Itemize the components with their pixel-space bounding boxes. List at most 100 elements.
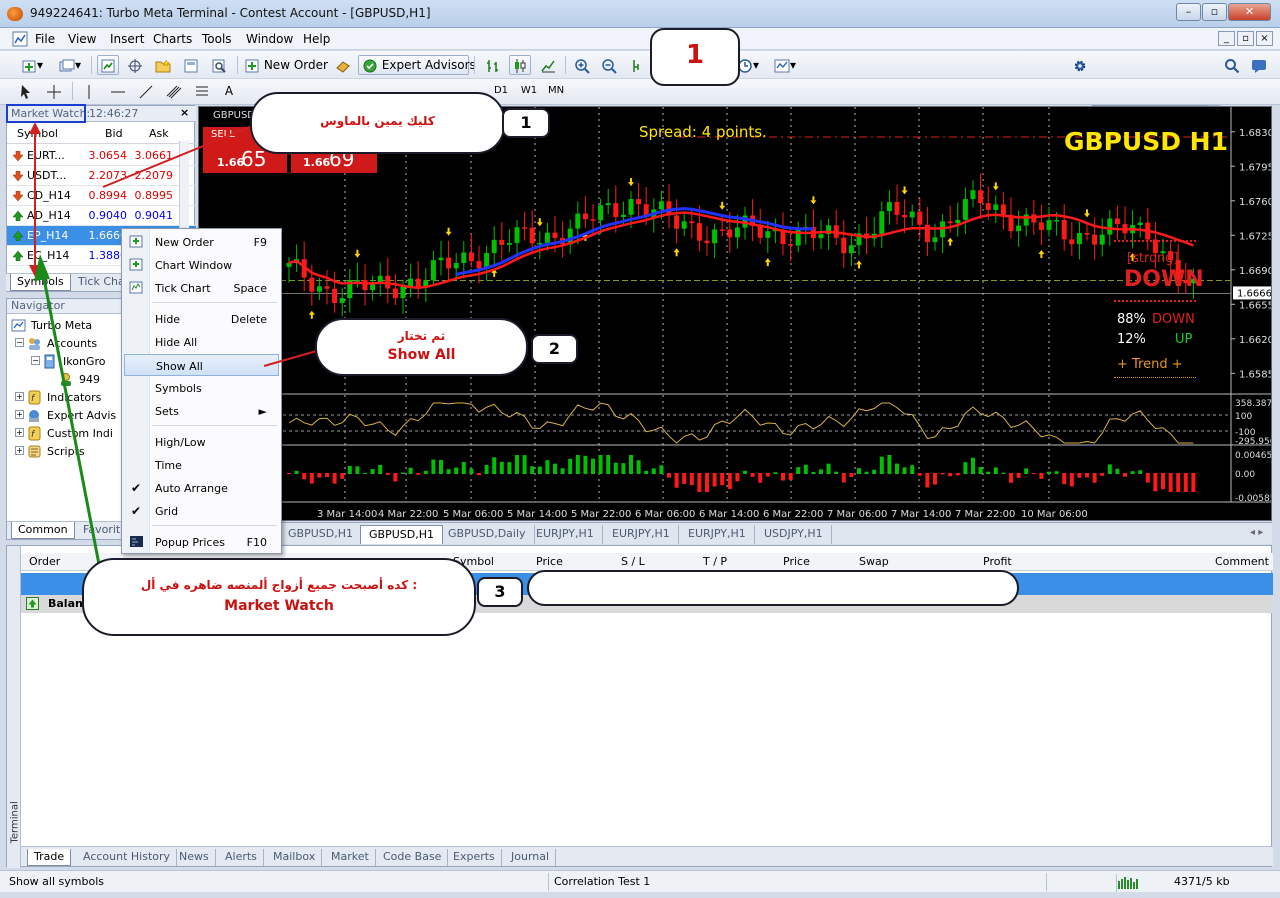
chart-tabs-scroll[interactable]: ◂ ▸ xyxy=(1250,527,1263,538)
crosshair-tool[interactable] xyxy=(44,81,64,101)
profiles-button[interactable]: ▾ xyxy=(53,55,87,75)
chart-tab-gbpusd-h1-active[interactable]: GBPUSD,H1 xyxy=(360,525,443,544)
line-chart-button[interactable] xyxy=(537,55,559,75)
col-header-ask[interactable]: Ask xyxy=(149,127,169,140)
candlestick-button[interactable] xyxy=(509,55,531,75)
chart-tab-eurjpy-h1-a[interactable]: EURJPY,H1 xyxy=(528,525,603,544)
tree-expander[interactable]: − xyxy=(31,356,40,365)
close-button[interactable]: ✕ xyxy=(1228,3,1271,21)
col-price-open[interactable]: Price xyxy=(536,555,563,568)
tab-alerts[interactable]: Alerts xyxy=(219,849,264,866)
col-price-current[interactable]: Price xyxy=(783,555,810,568)
market-watch-close-button[interactable]: × xyxy=(180,106,189,119)
timeframe-w1[interactable]: W1 xyxy=(517,81,541,101)
menu-window[interactable]: Window xyxy=(246,32,293,46)
market-watch-row[interactable]: CD_H14 0.8994 0.8995 xyxy=(7,186,196,206)
chat-button[interactable] xyxy=(1248,55,1270,75)
tab-code-base[interactable]: Code Base xyxy=(377,849,449,866)
ctx-symbols[interactable]: Symbols xyxy=(124,377,279,399)
chart-tab-usdjpy-h1[interactable]: USDJPY,H1 xyxy=(756,525,832,544)
col-sl[interactable]: S / L xyxy=(621,555,645,568)
chart-window[interactable]: 3 Mar 14:00 4 Mar 22:00 5 Mar 06:00 5 Mar 1… xyxy=(198,106,1272,521)
ctx-new-order[interactable]: New Order F9 xyxy=(124,231,279,253)
channel-tool[interactable] xyxy=(164,81,184,101)
ctx-high-low[interactable]: High/Low xyxy=(124,431,279,453)
ctx-tick-chart[interactable]: Tick Chart Space xyxy=(124,277,279,299)
col-swap[interactable]: Swap xyxy=(859,555,889,568)
ctx-show-all[interactable]: Show All xyxy=(124,354,279,376)
tab-mailbox[interactable]: Mailbox xyxy=(267,849,323,866)
text-tool[interactable]: A xyxy=(220,81,238,101)
menu-file[interactable]: File xyxy=(35,32,55,46)
options-button[interactable] xyxy=(1069,55,1091,75)
terminal-panel-icon xyxy=(184,59,198,72)
zoom-in-button[interactable] xyxy=(571,55,593,75)
col-profit[interactable]: Profit xyxy=(983,555,1012,568)
tree-expander[interactable]: + xyxy=(15,446,24,455)
tab-symbols[interactable]: Symbols xyxy=(10,274,71,291)
tab-trade[interactable]: Trade xyxy=(27,849,72,866)
col-header-symbol[interactable]: Symbol xyxy=(17,127,58,140)
trendline-tool[interactable] xyxy=(136,81,156,101)
ctx-popup-prices[interactable]: Popup Prices F10 xyxy=(124,531,279,553)
ctx-chart-window[interactable]: Chart Window xyxy=(124,254,279,276)
templates-button[interactable]: ▾ xyxy=(768,55,802,75)
tab-journal[interactable]: Journal xyxy=(505,849,557,866)
navigator-toggle[interactable] xyxy=(151,55,175,75)
expert-advisors-button[interactable]: Expert Advisors xyxy=(358,55,476,75)
menu-view[interactable]: View xyxy=(68,32,96,46)
maximize-button[interactable]: ▫ xyxy=(1202,3,1227,21)
price-tick-label: 1.6830 xyxy=(1239,128,1272,139)
menu-help[interactable]: Help xyxy=(303,32,330,46)
tab-experts[interactable]: Experts xyxy=(447,849,502,866)
metaeditor-button[interactable] xyxy=(333,55,353,75)
bar-chart-button[interactable] xyxy=(482,55,504,75)
mdi-close-button[interactable]: × xyxy=(1256,31,1273,46)
chart-tab-eurjpy-h1-c[interactable]: EURJPY,H1 xyxy=(680,525,755,544)
menu-tools[interactable]: Tools xyxy=(202,32,232,46)
ctx-sets[interactable]: Sets ► xyxy=(124,400,279,422)
col-header-bid[interactable]: Bid xyxy=(105,127,123,140)
tab-news[interactable]: News xyxy=(173,849,216,866)
ctx-hide-all[interactable]: Hide All xyxy=(124,331,279,353)
market-watch-row[interactable]: EURT... 3.0654 3.0661 xyxy=(7,146,196,166)
tree-expander[interactable]: − xyxy=(15,338,24,347)
market-watch-row[interactable]: AD_H14 0.9040 0.9041 xyxy=(7,206,196,226)
minimize-button[interactable]: – xyxy=(1176,3,1201,21)
chart-tab-gbpusd-daily[interactable]: GBPUSD,Daily xyxy=(440,525,535,544)
mdi-minimize-button[interactable]: _ xyxy=(1218,31,1235,46)
strategy-tester-toggle[interactable] xyxy=(207,55,231,75)
new-chart-button[interactable]: ▾ xyxy=(16,55,48,75)
col-comment[interactable]: Comment xyxy=(1215,555,1269,568)
market-watch-toggle[interactable] xyxy=(97,55,119,75)
tab-common[interactable]: Common xyxy=(11,522,75,539)
menu-charts[interactable]: Charts xyxy=(153,32,192,46)
chart-shift-button[interactable] xyxy=(628,55,650,75)
fibonacci-tool[interactable] xyxy=(192,81,212,101)
menu-insert[interactable]: Insert xyxy=(110,32,144,46)
ctx-time[interactable]: Time xyxy=(124,454,279,476)
market-watch-row[interactable]: USDT... 2.2073 2.2079 xyxy=(7,166,196,186)
chart-tab-gbpusd-h1-a[interactable]: GBPUSD,H1 xyxy=(280,525,362,544)
search-button[interactable] xyxy=(1221,55,1243,75)
tree-expander[interactable]: + xyxy=(15,428,24,437)
tree-expander[interactable]: + xyxy=(15,410,24,419)
timeframe-mn[interactable]: MN xyxy=(545,81,567,101)
cursor-tool[interactable] xyxy=(16,81,36,101)
chart-tab-eurjpy-h1-b[interactable]: EURJPY,H1 xyxy=(604,525,679,544)
data-window-toggle[interactable] xyxy=(124,55,146,75)
tree-expander[interactable]: + xyxy=(15,392,24,401)
zoom-out-button[interactable] xyxy=(598,55,620,75)
mdi-restore-button[interactable]: ▫ xyxy=(1237,31,1254,46)
horizontal-line-tool[interactable] xyxy=(108,81,128,101)
ctx-auto-arrange[interactable]: ✔ Auto Arrange xyxy=(124,477,279,499)
new-order-button[interactable]: New Order xyxy=(243,55,330,75)
ctx-grid[interactable]: ✔ Grid xyxy=(124,500,279,522)
vertical-line-tool[interactable] xyxy=(80,81,98,101)
tab-market[interactable]: Market xyxy=(325,849,376,866)
ctx-hide[interactable]: Hide Delete xyxy=(124,308,279,330)
col-tp[interactable]: T / P xyxy=(703,555,727,568)
tab-account-history[interactable]: Account History xyxy=(77,849,178,866)
terminal-toggle[interactable] xyxy=(180,55,202,75)
col-order[interactable]: Order xyxy=(29,555,60,568)
